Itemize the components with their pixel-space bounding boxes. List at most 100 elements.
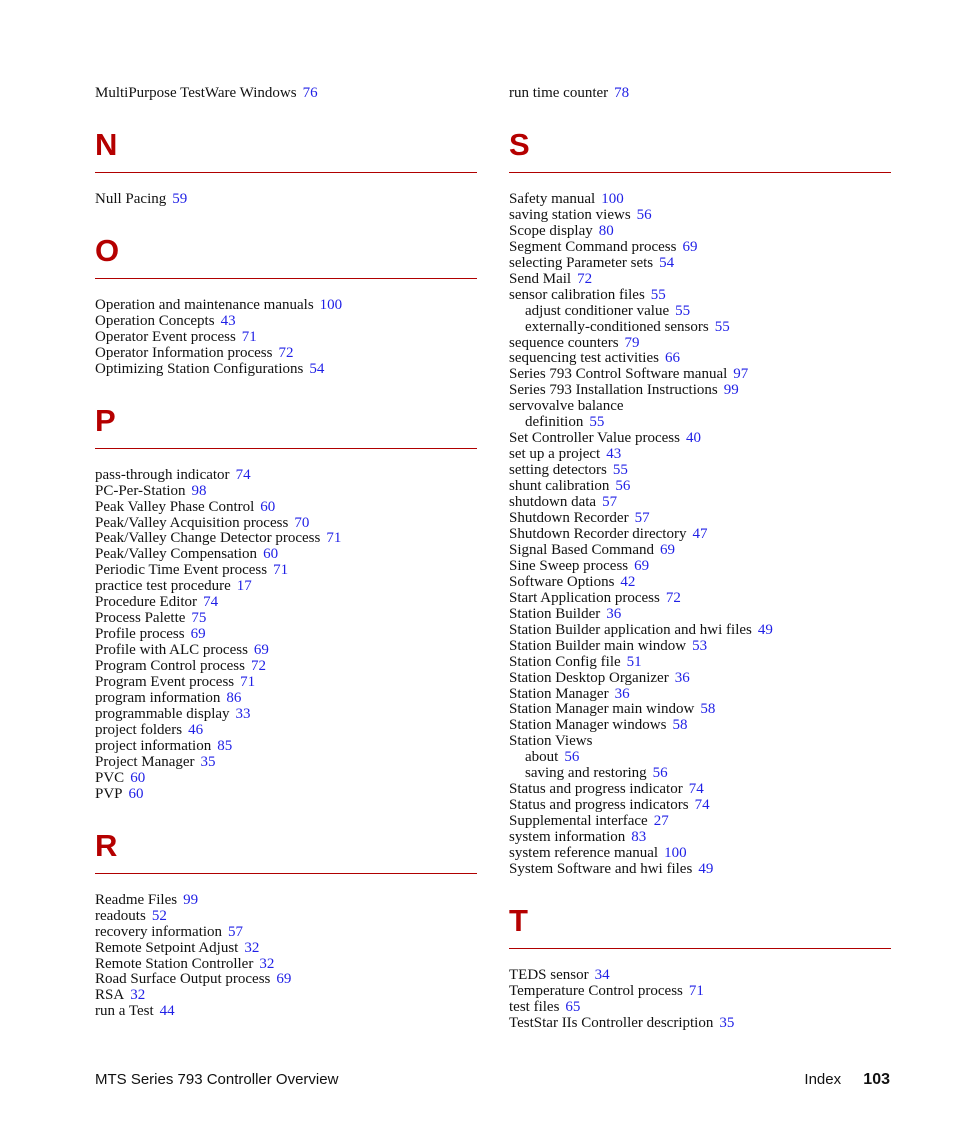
page-link[interactable]: 71 — [689, 983, 704, 999]
page-link[interactable]: 55 — [715, 319, 730, 335]
index-entry: TestStar IIs Controller description 35 — [509, 1014, 891, 1032]
page-link[interactable]: 55 — [589, 414, 604, 430]
index-term: Shutdown Recorder directory — [509, 525, 687, 542]
page-link[interactable]: 58 — [700, 701, 715, 717]
index-entry: project information 85 — [95, 738, 477, 755]
page-link[interactable]: 100 — [320, 297, 343, 313]
page-link[interactable]: 74 — [236, 467, 251, 483]
page-link[interactable]: 32 — [244, 940, 259, 956]
page-link[interactable]: 70 — [294, 515, 309, 531]
index-term: test files — [509, 998, 560, 1015]
page-link[interactable]: 35 — [719, 1015, 734, 1031]
page-link[interactable]: 57 — [602, 494, 617, 510]
page-link[interactable]: 65 — [565, 999, 580, 1015]
page-link[interactable]: 46 — [188, 722, 203, 738]
index-term: TestStar IIs Controller description — [509, 1014, 714, 1031]
page-link[interactable]: 100 — [664, 845, 687, 861]
page-link[interactable]: 57 — [228, 924, 243, 940]
page-link[interactable]: 35 — [201, 754, 216, 770]
page-link[interactable]: 49 — [758, 622, 773, 638]
page-link[interactable]: 72 — [577, 271, 592, 287]
index-term: Shutdown Recorder — [509, 510, 629, 527]
index-entry: run time counter 78 — [509, 85, 891, 102]
page-link[interactable]: 60 — [263, 546, 278, 562]
page-link[interactable]: 55 — [651, 287, 666, 303]
page-link[interactable]: 56 — [653, 765, 668, 781]
page-link[interactable]: 59 — [172, 191, 187, 207]
page-link[interactable]: 79 — [625, 335, 640, 351]
index-term: Send Mail — [509, 270, 572, 287]
index-entry: readouts 52 — [95, 908, 477, 925]
page-link[interactable]: 86 — [226, 690, 241, 706]
page-link[interactable]: 58 — [672, 717, 687, 733]
page-link[interactable]: 78 — [614, 85, 629, 101]
page-link[interactable]: 36 — [615, 686, 630, 702]
page-link[interactable]: 74 — [695, 797, 710, 813]
page-link[interactable]: 54 — [659, 255, 674, 271]
page-link[interactable]: 71 — [240, 674, 255, 690]
page-link[interactable]: 71 — [326, 530, 341, 547]
page-link[interactable]: 72 — [666, 590, 681, 606]
page-link[interactable]: 17 — [237, 578, 252, 594]
page-link[interactable]: 72 — [278, 345, 293, 361]
page-link[interactable]: 56 — [615, 478, 630, 494]
page-link[interactable]: 53 — [692, 638, 707, 654]
index-entry: Road Surface Output process 69 — [95, 971, 477, 988]
page-link[interactable]: 76 — [303, 85, 318, 101]
page-link[interactable]: 27 — [654, 813, 669, 829]
page-link[interactable]: 83 — [631, 829, 646, 845]
page-link[interactable]: 69 — [634, 558, 649, 574]
page-link[interactable]: 36 — [675, 670, 690, 686]
page-link[interactable]: 71 — [273, 562, 288, 578]
page-link[interactable]: 74 — [203, 594, 218, 610]
page-link[interactable]: 43 — [606, 446, 621, 462]
page-link[interactable]: 42 — [620, 574, 635, 590]
page-link[interactable]: 75 — [191, 610, 206, 626]
page-link[interactable]: 32 — [259, 956, 274, 972]
index-term: Operator Information process — [95, 344, 273, 361]
page-link[interactable]: 71 — [242, 329, 257, 345]
page-link[interactable]: 43 — [221, 313, 236, 329]
page-link[interactable]: 69 — [682, 239, 697, 255]
page-link[interactable]: 72 — [251, 658, 266, 674]
page-link[interactable]: 52 — [152, 908, 167, 924]
page-link[interactable]: 99 — [183, 892, 198, 908]
page-link[interactable]: 57 — [635, 510, 650, 526]
page-link[interactable]: 69 — [191, 626, 206, 642]
page-link[interactable]: 69 — [276, 971, 291, 987]
page-link[interactable]: 49 — [698, 861, 713, 877]
page-link[interactable]: 51 — [627, 654, 642, 670]
page-link[interactable]: 100 — [601, 191, 624, 207]
page-link[interactable]: 69 — [254, 642, 269, 658]
index-entry: Operation and maintenance manuals 100 — [95, 297, 477, 314]
page-link[interactable]: 74 — [689, 781, 704, 797]
page-link[interactable]: 55 — [675, 303, 690, 319]
document-title: MTS Series 793 Controller Overview — [95, 1071, 339, 1088]
page-link[interactable]: 47 — [692, 526, 707, 542]
page-link[interactable]: 85 — [217, 738, 232, 754]
page-link[interactable]: 60 — [130, 770, 145, 786]
page-link[interactable]: 69 — [660, 542, 675, 558]
page-link[interactable]: 36 — [606, 606, 621, 622]
index-term: Remote Setpoint Adjust — [95, 939, 239, 956]
page-link[interactable]: 60 — [260, 499, 275, 515]
page-link[interactable]: 40 — [686, 430, 701, 446]
page-link[interactable]: 56 — [637, 207, 652, 223]
page-link[interactable]: 98 — [192, 483, 207, 499]
index-term: run time counter — [509, 85, 609, 101]
index-entry: Optimizing Station Configurations 54 — [95, 361, 477, 378]
page-link[interactable]: 44 — [160, 1003, 175, 1019]
page-link[interactable]: 80 — [599, 223, 614, 239]
page-link[interactable]: 54 — [309, 361, 324, 377]
page-link[interactable]: 55 — [613, 462, 628, 478]
page-link[interactable]: 56 — [564, 749, 579, 765]
index-term: Station Builder main window — [509, 637, 687, 654]
page-link[interactable]: 66 — [665, 350, 680, 367]
page-link[interactable]: 33 — [236, 706, 251, 722]
page-link[interactable]: 99 — [724, 382, 739, 398]
page-link[interactable]: 34 — [595, 967, 610, 983]
page-link[interactable]: 97 — [733, 366, 748, 382]
page-link[interactable]: 60 — [129, 786, 144, 802]
index-entry: sequencing test activities 66 — [509, 351, 891, 367]
page-link[interactable]: 32 — [130, 987, 145, 1003]
